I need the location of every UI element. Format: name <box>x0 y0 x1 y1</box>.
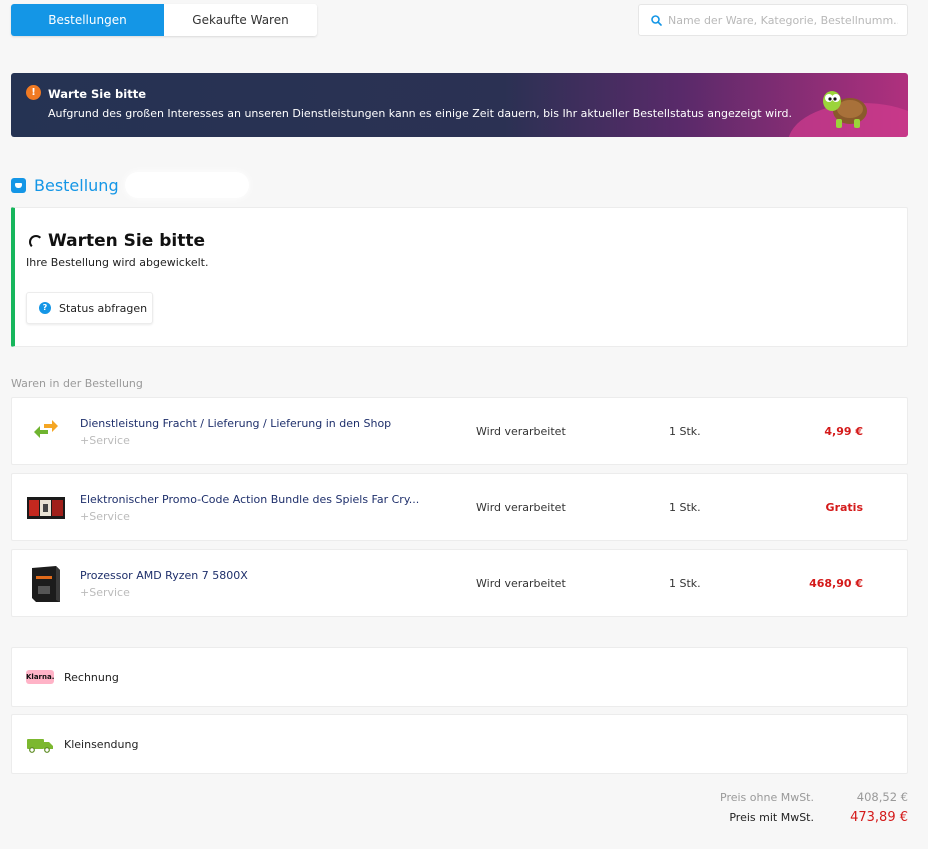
order-item: Dienstleistung Fracht / Lieferung / Lief… <box>11 397 908 465</box>
item-name-link[interactable]: Prozessor AMD Ryzen 7 5800X <box>80 569 420 582</box>
order-status-card: Warten Sie bitte Ihre Bestellung wird ab… <box>11 207 908 347</box>
warning-icon: ! <box>26 85 41 100</box>
search-box <box>638 4 908 36</box>
klarna-logo-icon: Klarna. <box>26 670 54 684</box>
banner-title: Warte Sie bitte <box>48 87 147 101</box>
order-tabs: Bestellungen Gekaufte Waren <box>11 4 317 36</box>
order-number-redacted <box>124 172 249 198</box>
item-quantity: 1 Stk. <box>669 425 701 438</box>
query-status-label: Status abfragen <box>59 301 148 315</box>
banner-text: Aufgrund des großen Interesses an unsere… <box>48 107 792 120</box>
shopping-basket-icon <box>11 177 26 193</box>
shipping-method-label: Kleinsendung <box>64 738 139 751</box>
total-net-value: 408,52 € <box>856 790 908 804</box>
total-gross-label: Preis mit MwSt. <box>729 811 814 824</box>
status-subtitle: Ihre Bestellung wird abgewickelt. <box>26 256 209 269</box>
payment-method-label: Rechnung <box>64 671 119 684</box>
tab-gekaufte-waren[interactable]: Gekaufte Waren <box>164 4 317 36</box>
item-status: Wird verarbeitet <box>476 425 566 438</box>
game-cover-thumbnail <box>27 497 65 519</box>
arrows-exchange-icon <box>34 420 58 438</box>
order-header: Bestellung <box>11 172 249 198</box>
item-name-link[interactable]: Dienstleistung Fracht / Lieferung / Lief… <box>80 417 420 430</box>
order-item: Elektronischer Promo-Code Action Bundle … <box>11 473 908 541</box>
payment-method-row: Klarna. Rechnung <box>11 647 908 707</box>
item-name-link[interactable]: Elektronischer Promo-Code Action Bundle … <box>80 493 420 506</box>
order-title: Bestellung <box>34 175 119 195</box>
order-item: Prozessor AMD Ryzen 7 5800X +Service Wir… <box>11 549 908 617</box>
query-status-button[interactable]: ? Status abfragen <box>26 292 153 324</box>
item-status: Wird verarbeitet <box>476 501 566 514</box>
status-title: Warten Sie bitte <box>48 231 205 251</box>
wait-banner: ! Warte Sie bitte Aufgrund des großen In… <box>11 73 908 137</box>
item-service-link[interactable]: +Service <box>80 510 130 523</box>
search-input[interactable] <box>668 13 898 27</box>
total-net-label: Preis ohne MwSt. <box>720 791 814 804</box>
total-gross-value: 473,89 € <box>850 810 908 825</box>
shipping-method-row: Kleinsendung <box>11 714 908 774</box>
turtle-mascot-icon <box>823 91 867 128</box>
delivery-truck-icon <box>27 739 53 753</box>
cpu-box-thumbnail <box>32 566 60 602</box>
item-quantity: 1 Stk. <box>669 501 701 514</box>
question-icon: ? <box>39 302 51 314</box>
total-gross-row: Preis mit MwSt. 473,89 € <box>654 810 908 825</box>
item-service-link[interactable]: +Service <box>80 586 130 599</box>
loading-spinner-icon <box>29 235 43 249</box>
item-price: Gratis <box>825 501 863 514</box>
search-icon <box>651 14 662 26</box>
item-quantity: 1 Stk. <box>669 577 701 590</box>
items-section-label: Waren in der Bestellung <box>11 377 143 390</box>
total-net-row: Preis ohne MwSt. 408,52 € <box>654 790 908 804</box>
item-price: 468,90 € <box>809 577 863 590</box>
item-status: Wird verarbeitet <box>476 577 566 590</box>
item-price: 4,99 € <box>824 425 863 438</box>
tab-bestellungen[interactable]: Bestellungen <box>11 4 164 36</box>
item-service-link[interactable]: +Service <box>80 434 130 447</box>
